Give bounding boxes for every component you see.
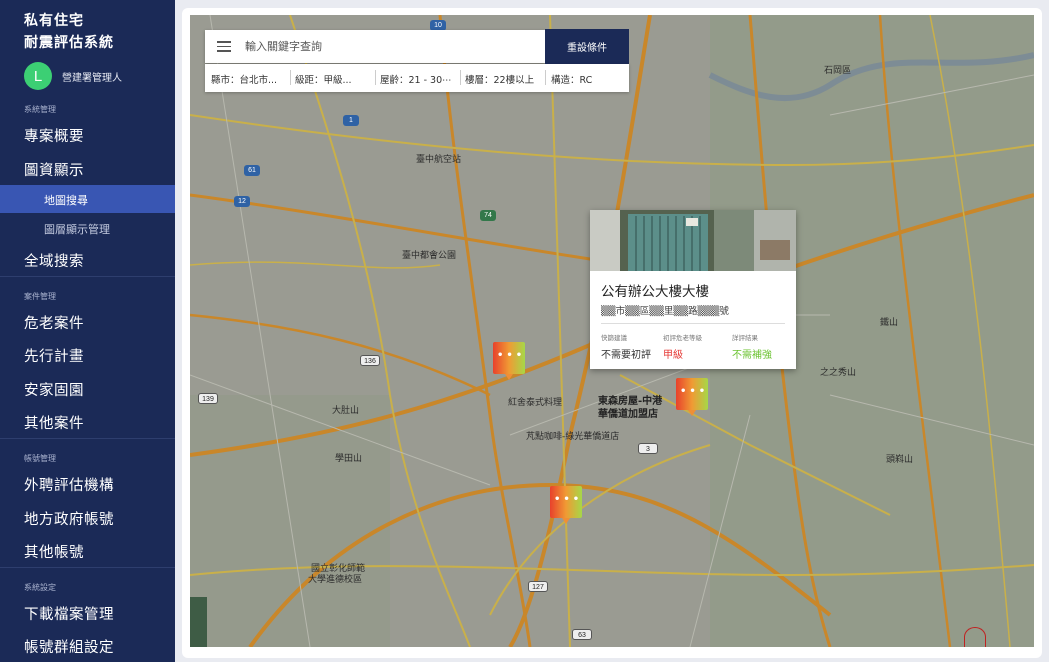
map-marker[interactable]: •••	[550, 486, 583, 524]
search-input[interactable]	[245, 30, 535, 63]
route-shield: 12	[234, 196, 250, 207]
route-shield: 3	[638, 443, 658, 454]
sidebar-item-map-search-label: 地圖搜尋	[44, 194, 88, 207]
divider	[601, 323, 785, 324]
map-label-shigang: 石岡區	[824, 66, 852, 76]
route-shield: 1	[343, 115, 359, 126]
map-label-restaurant: 紅舍泰式料理	[508, 398, 563, 408]
divider	[290, 70, 291, 85]
search-box	[205, 30, 545, 63]
marker-dots: •••	[497, 350, 526, 361]
route-shield: 136	[360, 355, 380, 366]
reset-button[interactable]: 重設條件	[545, 29, 629, 64]
sidebar-item-external-agency[interactable]: 外聘評估機構	[24, 474, 114, 495]
info-field-label: 詳評結果	[732, 334, 758, 342]
filter-county[interactable]: 縣市：台北市...	[211, 72, 277, 86]
sidebar-item-account-groups[interactable]: 帳號群組設定	[24, 636, 114, 657]
info-field-screening: 快篩建議 不需要初評	[601, 332, 651, 361]
sidebar-item-other-accounts[interactable]: 其他帳號	[24, 541, 84, 562]
app-title-line2: 耐震評估系統	[24, 35, 114, 51]
info-field-label: 快篩建議	[601, 334, 627, 342]
route-shield: 61	[244, 165, 260, 176]
sidebar-item-old-risk[interactable]: 危老案件	[24, 312, 84, 333]
map-label-dadu: 大肚山	[332, 406, 360, 416]
map-label-airport: 臺中航空站	[416, 155, 462, 165]
map-label-park: 臺中都會公園	[402, 251, 457, 261]
info-field-detailed-result: 詳評結果 不需補強	[732, 332, 772, 361]
info-field-initial-grade: 初評危老等級 甲級	[663, 332, 702, 361]
map-label-xuetian: 學田山	[335, 454, 363, 464]
map-label-cafe: 芃點咖啡-綠光華僑道店	[526, 432, 620, 442]
map-label-zhishan: 頭嵙山	[886, 455, 914, 465]
divider	[460, 70, 461, 85]
divider	[0, 438, 175, 439]
sidebar-item-download-files[interactable]: 下載檔案管理	[24, 603, 114, 624]
sidebar-item-local-gov[interactable]: 地方政府帳號	[24, 508, 114, 529]
route-shield: 74	[480, 210, 496, 221]
sidebar-item-safe-home[interactable]: 安家固園	[24, 379, 84, 400]
map-label-school2: 大學進德校區	[308, 575, 363, 585]
map-corner-icon	[964, 627, 986, 647]
marker-dots: •••	[680, 386, 709, 397]
divider	[545, 70, 546, 85]
section-label-settings: 系統設定	[24, 583, 56, 592]
sidebar-item-project-overview[interactable]: 專案概要	[24, 125, 84, 146]
avatar: L	[24, 62, 52, 90]
marker-dots: •••	[554, 494, 583, 505]
filter-floors[interactable]: 樓層：22樓以上	[465, 72, 534, 86]
filter-structure[interactable]: 構造：RC	[551, 72, 592, 86]
map-label-store2: 華僑道加盟店	[598, 409, 658, 420]
sidebar-item-other-cases[interactable]: 其他案件	[24, 412, 84, 433]
divider	[0, 276, 175, 277]
map-label-tieshan: 鐵山	[880, 318, 899, 328]
info-field-value: 甲級	[663, 350, 683, 361]
info-field-value: 不需要初評	[601, 350, 651, 361]
divider	[0, 567, 175, 568]
sidebar-item-pilot-plan[interactable]: 先行計畫	[24, 345, 84, 366]
sidebar-item-global-search[interactable]: 全域搜索	[24, 250, 84, 271]
divider	[375, 70, 376, 85]
app-title-line1: 私有住宅	[24, 13, 84, 29]
section-label-cases: 案件管理	[24, 292, 56, 301]
filter-grade[interactable]: 級距：甲級...	[295, 72, 352, 86]
route-shield: 127	[528, 581, 548, 592]
map-marker[interactable]: •••	[676, 378, 709, 416]
filter-age[interactable]: 屋齡：21 - 30⋯	[380, 72, 452, 86]
building-address: ▒▒市▒▒區▒▒里▒▒路▒▒▒號	[601, 306, 729, 317]
info-field-label: 初評危老等級	[663, 334, 702, 342]
sidebar-item-map-display[interactable]: 圖資顯示	[24, 159, 84, 180]
sidebar-item-layer-manage[interactable]: 圖層顯示管理	[44, 221, 110, 237]
sidebar: 私有住宅 耐震評估系統 L 營建署管理人 系統管理 專案概要 圖資顯示 地圖搜尋…	[0, 0, 175, 662]
map-label-dizhi: 之之秀山	[820, 368, 857, 378]
building-info-card[interactable]: 公有辦公大樓大樓 ▒▒市▒▒區▒▒里▒▒路▒▒▒號 快篩建議 不需要初評 初評危…	[590, 210, 796, 369]
route-shield: 63	[572, 629, 592, 640]
building-title: 公有辦公大樓大樓	[601, 284, 709, 300]
filter-bar: 縣市：台北市... 級距：甲級... 屋齡：21 - 30⋯ 樓層：22樓以上 …	[205, 64, 629, 92]
building-photo	[590, 210, 796, 271]
user-name: 營建署管理人	[62, 72, 122, 84]
route-shield: 139	[198, 393, 218, 404]
section-label-accounts: 帳號管理	[24, 454, 56, 463]
app-title: 私有住宅 耐震評估系統	[24, 10, 114, 54]
info-field-value: 不需補強	[732, 350, 772, 361]
map-type-thumbnail[interactable]	[190, 597, 207, 647]
user-profile[interactable]: L 營建署管理人	[24, 62, 122, 90]
map-marker[interactable]: •••	[493, 342, 526, 380]
sidebar-item-map-search[interactable]: 地圖搜尋	[0, 185, 175, 213]
section-label-system: 系統管理	[24, 105, 56, 114]
menu-icon[interactable]	[217, 41, 231, 52]
